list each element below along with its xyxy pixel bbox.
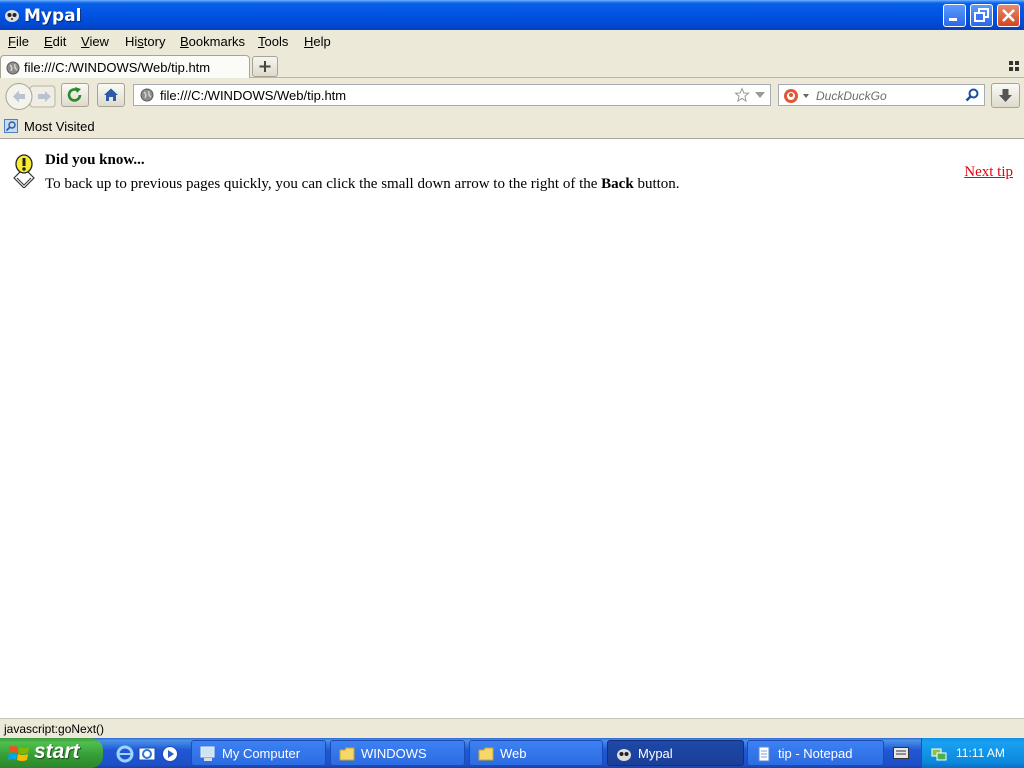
start-button[interactable]: start xyxy=(0,738,103,768)
task-label: tip - Notepad xyxy=(778,746,853,761)
url-history-dropdown-icon[interactable] xyxy=(755,92,765,98)
status-text: javascript:goNext() xyxy=(4,722,105,736)
folder-icon xyxy=(478,747,494,761)
menu-tools[interactable]: Tools xyxy=(258,34,288,49)
start-label: start xyxy=(34,740,80,763)
close-icon xyxy=(1002,9,1015,22)
page-content: Did you know... To back up to previous p… xyxy=(0,139,1024,718)
tip-heading: Did you know... xyxy=(45,152,145,168)
home-button[interactable] xyxy=(97,83,125,107)
task-notepad[interactable]: tip - Notepad xyxy=(747,740,884,766)
menu-view[interactable]: View xyxy=(81,34,109,49)
tab-strip: file:///C:/WINDOWS/Web/tip.htm xyxy=(0,54,1024,79)
globe-icon xyxy=(6,61,20,75)
menu-edit[interactable]: Edit xyxy=(44,34,66,49)
task-label: Mypal xyxy=(638,746,673,761)
url-text[interactable]: file:///C:/WINDOWS/Web/tip.htm xyxy=(160,88,346,103)
notepad-icon xyxy=(758,746,770,762)
task-my-computer[interactable]: My Computer xyxy=(191,740,326,766)
close-button[interactable] xyxy=(997,4,1020,27)
task-label: Web xyxy=(500,746,527,761)
tip-lightbulb-icon xyxy=(13,154,35,188)
language-keyboard-icon[interactable] xyxy=(893,747,909,759)
plus-icon xyxy=(259,61,271,72)
menu-bookmarks[interactable]: Bookmarks xyxy=(180,34,245,49)
task-mypal[interactable]: Mypal xyxy=(607,740,744,766)
most-visited-bookmark[interactable]: Most Visited xyxy=(24,119,95,134)
folder-icon xyxy=(339,747,355,761)
most-visited-folder-icon xyxy=(4,119,18,133)
duckduckgo-engine-icon[interactable] xyxy=(783,88,813,104)
menu-bar: File Edit View History Bookmarks Tools H… xyxy=(0,30,1024,54)
media-player-icon[interactable] xyxy=(161,745,179,763)
bookmark-star-icon[interactable] xyxy=(734,87,750,103)
status-bar: javascript:goNext() xyxy=(0,718,1024,738)
minimize-icon xyxy=(949,18,957,21)
mypal-app-icon xyxy=(617,749,631,761)
tip-body-text: To back up to previous pages quickly, yo… xyxy=(45,176,602,192)
navigation-toolbar: file:///C:/WINDOWS/Web/tip.htm DuckDuckG… xyxy=(0,78,1024,114)
menu-history[interactable]: History xyxy=(125,34,165,49)
download-arrow-icon xyxy=(999,89,1012,102)
menu-help[interactable]: Help xyxy=(304,34,331,49)
menu-file[interactable]: File xyxy=(8,34,29,49)
reload-button[interactable] xyxy=(61,83,89,107)
new-tab-button[interactable] xyxy=(252,56,278,77)
minimize-button[interactable] xyxy=(943,4,966,27)
search-input[interactable]: DuckDuckGo xyxy=(816,89,887,103)
computer-icon xyxy=(200,746,215,761)
window-title: Mypal xyxy=(24,6,82,26)
taskbar: start My Computer WINDOWS Web Mypal tip … xyxy=(0,738,1024,768)
tip-body-bold: Back xyxy=(601,176,634,192)
tip-body-end: button. xyxy=(633,176,680,192)
forward-button[interactable] xyxy=(32,84,57,109)
system-tray: 11:11 AM xyxy=(921,738,1024,768)
tip-body: To back up to previous pages quickly, yo… xyxy=(45,176,680,193)
outlook-express-icon[interactable] xyxy=(138,745,156,763)
url-bar[interactable]: file:///C:/WINDOWS/Web/tip.htm xyxy=(133,84,771,106)
bookmarks-toolbar: Most Visited xyxy=(0,114,1024,139)
task-label: My Computer xyxy=(222,746,301,761)
site-identity-icon[interactable] xyxy=(140,88,154,102)
title-bar: Mypal xyxy=(0,0,1024,30)
restore-icon xyxy=(974,8,989,22)
internet-explorer-icon[interactable] xyxy=(116,745,134,763)
tab-list-icon[interactable] xyxy=(1008,60,1020,72)
next-tip-link[interactable]: Next tip xyxy=(964,164,1013,181)
home-icon xyxy=(104,88,118,101)
tab-tip[interactable]: file:///C:/WINDOWS/Web/tip.htm xyxy=(0,55,250,79)
network-icon[interactable] xyxy=(931,745,947,761)
windows-logo-icon xyxy=(8,746,29,761)
downloads-button[interactable] xyxy=(991,83,1020,108)
tab-label: file:///C:/WINDOWS/Web/tip.htm xyxy=(24,60,211,75)
mypal-app-icon xyxy=(5,10,19,22)
restore-button[interactable] xyxy=(970,4,993,27)
clock[interactable]: 11:11 AM xyxy=(956,746,1005,760)
task-web-folder[interactable]: Web xyxy=(469,740,603,766)
back-button[interactable] xyxy=(4,82,32,111)
task-windows-folder[interactable]: WINDOWS xyxy=(330,740,465,766)
search-icon[interactable] xyxy=(965,88,979,102)
task-label: WINDOWS xyxy=(361,746,427,761)
reload-icon xyxy=(67,87,82,102)
search-bar[interactable]: DuckDuckGo xyxy=(778,84,985,106)
